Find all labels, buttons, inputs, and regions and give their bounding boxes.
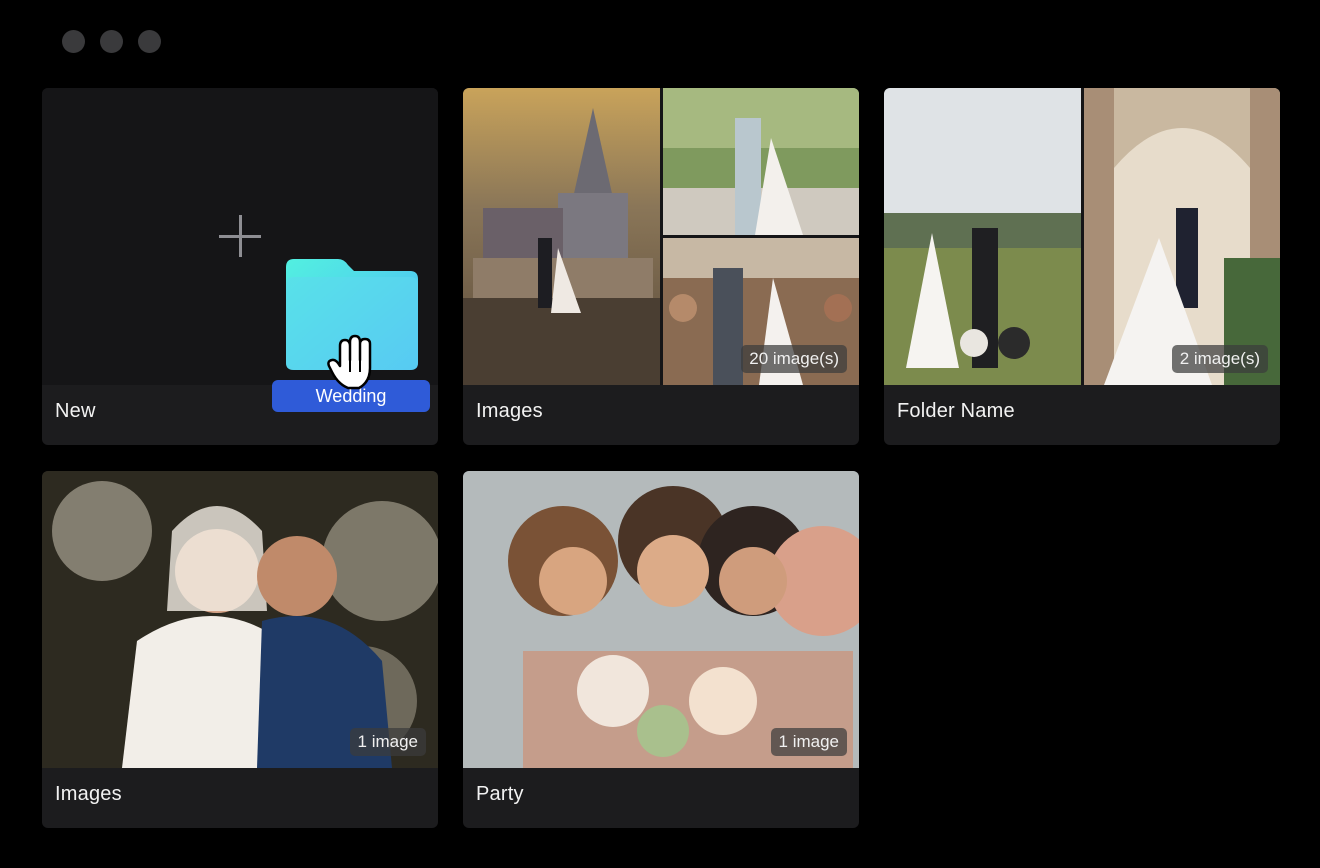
photo-bride-groom-closeup (42, 471, 438, 768)
collage-thumb: 2 image(s) (884, 88, 1280, 385)
card-label: Folder Name (897, 400, 1015, 422)
window-controls (62, 30, 161, 53)
app-window: New 20 image(s) Images 2 image(s) Folder… (0, 0, 1320, 868)
photo-couple-forest (663, 88, 859, 235)
photo-couple-arch (1084, 88, 1280, 385)
image-count-badge: 20 image(s) (741, 345, 847, 373)
close-dot[interactable] (62, 30, 85, 53)
image-count-badge: 1 image (770, 728, 847, 756)
folder-card-images-single[interactable]: 1 image Images (42, 471, 438, 828)
collage-thumb: 20 image(s) (463, 88, 859, 385)
photo-castle-couple (463, 88, 660, 385)
card-label: Party (476, 783, 524, 805)
card-label: Images (55, 783, 122, 805)
plus-icon (219, 215, 261, 257)
photo-bridesmaids (463, 471, 859, 768)
folder-card-folder-name[interactable]: 2 image(s) Folder Name (884, 88, 1280, 445)
card-label: Images (476, 400, 543, 422)
minimize-dot[interactable] (100, 30, 123, 53)
photo-couple-dogs (884, 88, 1081, 385)
single-thumb: 1 image (463, 471, 859, 768)
single-thumb: 1 image (42, 471, 438, 768)
hand-grab-cursor (326, 334, 378, 390)
image-count-badge: 2 image(s) (1171, 345, 1268, 373)
folder-card-party[interactable]: 1 image Party (463, 471, 859, 828)
image-count-badge: 1 image (349, 728, 426, 756)
card-label: New (55, 400, 96, 422)
maximize-dot[interactable] (138, 30, 161, 53)
folder-card-images[interactable]: 20 image(s) Images (463, 88, 859, 445)
